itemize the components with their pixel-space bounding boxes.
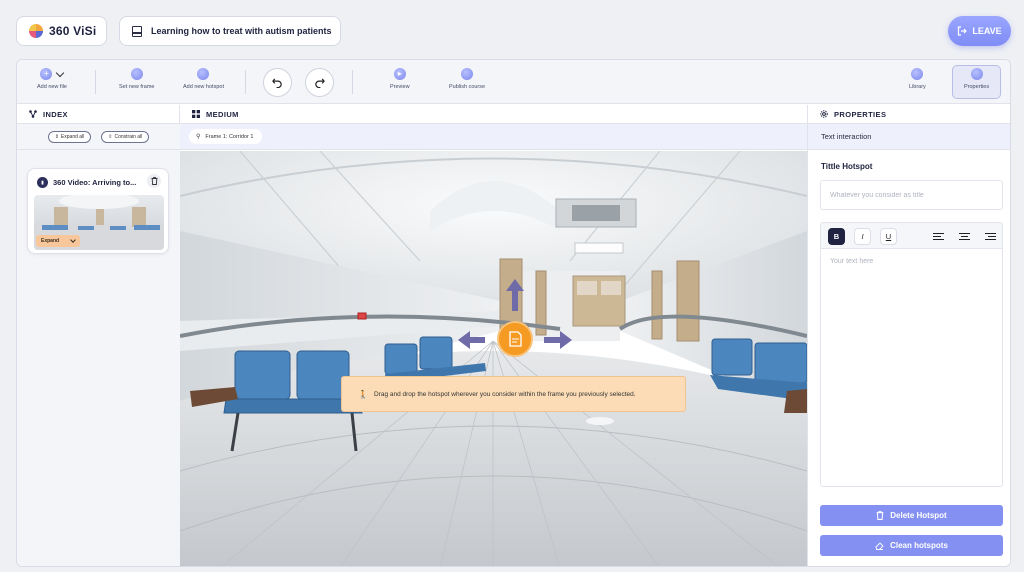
brand-logo-icon	[29, 24, 43, 38]
chevron-down-icon	[56, 68, 65, 77]
delete-item-button[interactable]	[147, 174, 161, 188]
pin-icon: ⚲	[196, 134, 201, 140]
preview-label: Preview	[390, 84, 410, 90]
collapse-icon: ⇳	[108, 133, 113, 140]
instruction-toast: 🚶 Drag and drop the hotspot wherever you…	[341, 376, 686, 412]
properties-label: Properties	[964, 84, 990, 90]
undo-button[interactable]	[263, 68, 292, 97]
hotspot-icon	[197, 68, 210, 80]
card-title-row: ▮ 360 Video: Arriving to...	[37, 177, 136, 188]
properties-title: PROPERTIES	[834, 109, 887, 119]
index-panel: INDEX ⇕ Expand all ⇳ Constrain all ▮ 360…	[17, 105, 180, 566]
properties-panel: PROPERTIES Text interaction Tittle Hotsp…	[807, 105, 1010, 566]
hotspot-text-area[interactable]	[820, 249, 1003, 487]
underline-button[interactable]: U	[880, 228, 897, 245]
undo-icon	[272, 78, 282, 88]
chevron-down-icon	[70, 237, 76, 243]
set-frame-tool[interactable]: Set new frame	[119, 68, 154, 90]
toolbar-divider	[245, 70, 246, 94]
properties-icon	[970, 68, 983, 80]
redo-icon	[315, 78, 325, 88]
list-item[interactable]: ▮ 360 Video: Arriving to... Expand	[27, 168, 169, 254]
course-title: Learning how to treat with autism patien…	[151, 26, 332, 36]
video-icon: ▮	[37, 177, 48, 188]
book-icon	[132, 25, 142, 37]
expand-item-button[interactable]: Expand	[36, 235, 80, 247]
medium-title: MEDIUM	[206, 109, 239, 119]
library-label: Library	[909, 84, 926, 90]
hotspot-title-input[interactable]	[820, 180, 1003, 210]
frame-icon	[130, 68, 143, 80]
align-center-icon[interactable]	[956, 228, 973, 245]
toolbar-divider	[352, 70, 353, 94]
index-controls: ⇕ Expand all ⇳ Constrain all	[17, 124, 180, 150]
editor-workspace: + Add new file Set new frame Add new hot…	[16, 59, 1011, 567]
library-icon	[911, 68, 924, 80]
panorama-viewer[interactable]: 🚶 Drag and drop the hotspot wherever you…	[180, 151, 807, 566]
trash-icon	[876, 511, 884, 520]
person-walking-icon: 🚶	[358, 389, 368, 399]
properties-tool[interactable]: Properties	[964, 68, 989, 90]
rocket-icon	[461, 68, 474, 80]
exit-icon	[958, 26, 968, 36]
constrain-all-button[interactable]: ⇳ Constrain all	[101, 130, 150, 143]
toast-text: Drag and drop the hotspot wherever you c…	[373, 390, 636, 398]
medium-panel: MEDIUM ⚲ Frame 1: Corridor 1 🚶 Drag and …	[180, 105, 807, 566]
clean-hotspots-button[interactable]: Clean hotspots	[820, 535, 1003, 556]
add-file-label: Add new file	[37, 84, 67, 90]
delete-hotspot-button[interactable]: Delete Hotspot	[820, 505, 1003, 526]
gear-icon	[820, 110, 828, 118]
expand-all-button[interactable]: ⇕ Expand all	[47, 130, 92, 143]
expand-item-label: Expand	[41, 238, 60, 244]
plus-icon: +	[40, 68, 53, 80]
leave-button[interactable]: LEAVE	[948, 16, 1011, 46]
brand-name: 360 ViSi	[49, 24, 97, 38]
publish-label: Publish course	[449, 84, 486, 90]
delete-hotspot-label: Delete Hotspot	[890, 511, 947, 520]
align-left-icon[interactable]	[930, 228, 947, 245]
play-icon: ▸	[393, 68, 406, 80]
preview-tool[interactable]: ▸ Preview	[390, 68, 410, 90]
title-field-label: Tittle Hotspot	[821, 162, 873, 171]
toolbar: + Add new file Set new frame Add new hot…	[17, 60, 1010, 104]
toolbar-divider	[95, 70, 96, 94]
add-hotspot-tool[interactable]: Add new hotspot	[183, 68, 224, 90]
properties-header: PROPERTIES	[808, 105, 1010, 124]
frame-selector[interactable]: ⚲ Frame 1: Corridor 1	[189, 129, 263, 144]
frame-label: Frame 1: Corridor 1	[205, 133, 254, 140]
leave-label: LEAVE	[972, 26, 1002, 36]
index-list: ▮ 360 Video: Arriving to... Expand	[17, 150, 180, 566]
library-tool[interactable]: Library	[909, 68, 926, 90]
clean-hotspots-label: Clean hotspots	[890, 541, 948, 550]
index-title: INDEX	[43, 109, 68, 119]
grid-icon	[192, 110, 200, 118]
align-right-icon[interactable]	[982, 228, 999, 245]
redo-button[interactable]	[305, 68, 334, 97]
frame-bar: ⚲ Frame 1: Corridor 1	[180, 124, 807, 150]
tree-icon	[29, 110, 37, 118]
medium-header: MEDIUM	[180, 105, 807, 124]
text-format-toolbar: B I U	[820, 222, 1003, 249]
card-title: 360 Video: Arriving to...	[53, 178, 137, 187]
trash-icon	[151, 177, 157, 185]
brand-logo-box[interactable]: 360 ViSi	[16, 16, 107, 46]
eraser-icon	[875, 542, 884, 550]
corridor-panorama	[180, 151, 807, 566]
italic-button[interactable]: I	[854, 228, 871, 245]
expand-icon: ⇕	[54, 133, 59, 140]
course-title-box: Learning how to treat with autism patien…	[119, 16, 341, 46]
add-hotspot-label: Add new hotspot	[183, 84, 224, 90]
bold-button[interactable]: B	[828, 228, 845, 245]
expand-all-label: Expand all	[60, 133, 85, 140]
constrain-all-label: Constrain all	[114, 133, 143, 140]
add-file-tool[interactable]: + Add new file	[37, 68, 67, 90]
index-header: INDEX	[17, 105, 179, 124]
interaction-type: Text interaction	[808, 124, 1010, 150]
set-frame-label: Set new frame	[119, 84, 155, 90]
publish-tool[interactable]: Publish course	[449, 68, 485, 90]
